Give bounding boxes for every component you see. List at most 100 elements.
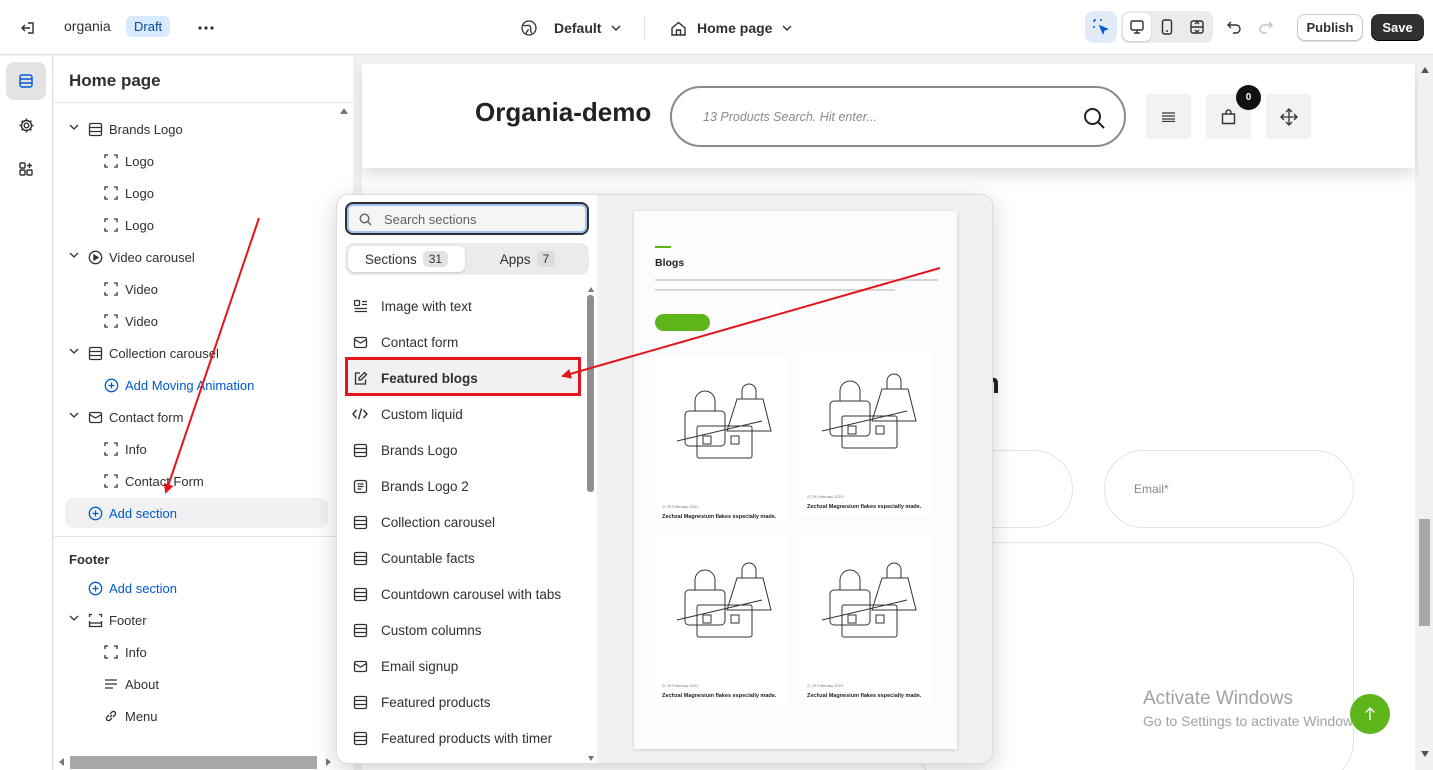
tab-apps[interactable]: Apps 7: [469, 246, 586, 272]
email-field[interactable]: Email*: [1104, 450, 1354, 528]
tab-sections[interactable]: Sections 31: [348, 246, 465, 272]
mail-icon: [353, 660, 367, 672]
preview-card-date: ◷ 29 February 2021: [807, 683, 844, 688]
add-section-label: Add section: [109, 580, 177, 596]
tree-block-info[interactable]: Info: [104, 433, 147, 465]
redo-icon[interactable]: [1252, 13, 1280, 41]
tree-block-logo[interactable]: Logo: [104, 145, 154, 177]
tree-block-menu[interactable]: Menu: [104, 700, 158, 732]
page-selector-label: Home page: [697, 20, 773, 36]
section-option-collection-carousel[interactable]: Collection carousel: [345, 504, 581, 540]
divider: [644, 16, 645, 40]
tree-label: Info: [125, 644, 147, 660]
tree-block-info[interactable]: Info: [104, 636, 147, 668]
tree-block-about[interactable]: About: [104, 668, 159, 700]
preview-view-all-button: [655, 314, 710, 331]
tree-block-video[interactable]: Video: [104, 305, 158, 337]
preview-card-title: Zechzal Magnesium flakes especially made…: [807, 693, 922, 699]
tree-block-contact-form[interactable]: Contact Form: [104, 465, 204, 497]
mobile-view-icon[interactable]: [1153, 13, 1181, 41]
save-button[interactable]: Save: [1371, 14, 1424, 41]
tree-label: About: [125, 676, 159, 692]
mail-icon: [353, 336, 367, 348]
section-option-countable-facts[interactable]: Countable facts: [345, 540, 581, 576]
tree-label: Video carousel: [109, 249, 195, 265]
tree-label: Menu: [125, 708, 158, 724]
store-search-input[interactable]: 13 Products Search. Hit enter...: [670, 86, 1126, 147]
chevron-down-icon[interactable]: [69, 252, 79, 258]
scroll-down-arrow-icon[interactable]: [1421, 751, 1429, 757]
section-option-custom-liquid[interactable]: Custom liquid: [345, 396, 581, 432]
section-option-featured-products[interactable]: Featured products: [345, 684, 581, 720]
desktop-view-icon[interactable]: [1123, 13, 1151, 41]
section-option-image-with-text[interactable]: Image with text: [345, 288, 581, 324]
theme-selector[interactable]: Default: [520, 14, 621, 42]
windows-watermark-subtitle: Go to Settings to activate Windows.: [1143, 713, 1364, 729]
scroll-up-arrow-icon[interactable]: [588, 287, 594, 292]
chevron-down-icon[interactable]: [69, 348, 79, 354]
preview-card-date: ◷ 29 February 2021: [662, 683, 699, 688]
theme-selector-label: Default: [554, 20, 602, 36]
store-logo[interactable]: Organia-demo: [475, 97, 651, 128]
publish-button[interactable]: Publish: [1297, 14, 1363, 41]
block-icon: [104, 474, 118, 488]
back-to-top-button[interactable]: [1350, 694, 1390, 734]
section-icon: [88, 122, 103, 136]
preview-blog-card: ◷ 29 February 2021 Zechzal Magnesium fla…: [655, 356, 788, 526]
footer-add-section-button[interactable]: Add section: [88, 572, 177, 604]
settings-gear-icon[interactable]: [6, 106, 46, 144]
section-icon: [353, 443, 367, 457]
chevron-down-icon[interactable]: [69, 412, 79, 418]
tree-section-contact-form[interactable]: Contact form: [69, 401, 183, 433]
section-icon: [353, 623, 367, 637]
horizontal-scrollbar-thumb[interactable]: [70, 756, 317, 769]
section-option-brands-logo-2[interactable]: Brands Logo 2: [345, 468, 581, 504]
section-preview-thumbnail: Blogs ◷ 29 February 2021 Zechzal Magnesi…: [634, 211, 957, 749]
section-option-contact-form[interactable]: Contact form: [345, 324, 581, 360]
page-selector[interactable]: Home page: [670, 14, 792, 42]
add-moving-animation-link[interactable]: Add Moving Animation: [104, 369, 254, 401]
menu-hamburger-icon[interactable]: [1146, 94, 1191, 139]
windows-watermark-title: Activate Windows: [1143, 688, 1293, 709]
section-option-label: Image with text: [381, 298, 472, 314]
section-option-countdown-carousel[interactable]: Countdown carousel with tabs: [345, 576, 581, 612]
tree-block-video[interactable]: Video: [104, 273, 158, 305]
inspector-toggle-icon[interactable]: [1085, 11, 1117, 43]
tree-section-video-carousel[interactable]: Video carousel: [69, 241, 195, 273]
divider: [54, 536, 353, 537]
tree-section-brands-logo[interactable]: Brands Logo: [69, 113, 183, 145]
scroll-up-arrow-icon[interactable]: [340, 108, 348, 114]
move-arrows-icon[interactable]: [1266, 94, 1311, 139]
section-option-custom-columns[interactable]: Custom columns: [345, 612, 581, 648]
section-search-input[interactable]: Search sections: [345, 202, 589, 235]
add-section-button[interactable]: Add section: [65, 498, 328, 528]
doc-icon: [353, 479, 367, 493]
exit-icon[interactable]: [14, 14, 42, 42]
section-option-email-signup[interactable]: Email signup: [345, 648, 581, 684]
list-scrollbar-thumb[interactable]: [587, 295, 594, 492]
section-option-brands-logo[interactable]: Brands Logo: [345, 432, 581, 468]
tree-block-logo[interactable]: Logo: [104, 209, 154, 241]
section-icon: [353, 515, 367, 529]
scroll-left-arrow-icon[interactable]: [59, 758, 64, 766]
tree-section-collection-carousel[interactable]: Collection carousel: [69, 337, 219, 369]
more-options-icon[interactable]: [192, 14, 220, 42]
chevron-down-icon[interactable]: [69, 615, 79, 621]
email-placeholder: Email*: [1134, 482, 1169, 496]
tree-section-footer[interactable]: Footer: [69, 604, 147, 636]
section-option-featured-products-timer[interactable]: Featured products with timer: [345, 720, 581, 756]
section-option-label: Brands Logo 2: [381, 478, 469, 494]
scroll-up-arrow-icon[interactable]: [1421, 67, 1429, 73]
scroll-down-arrow-icon[interactable]: [588, 756, 594, 761]
search-icon[interactable]: [1083, 107, 1106, 130]
scroll-right-arrow-icon[interactable]: [326, 758, 331, 766]
apps-icon[interactable]: [6, 150, 46, 188]
tree-block-logo[interactable]: Logo: [104, 177, 154, 209]
sidebar-title: Home page: [69, 71, 161, 90]
undo-icon[interactable]: [1220, 13, 1248, 41]
sections-nav-icon[interactable]: [6, 62, 46, 100]
tree-label: Logo: [125, 153, 154, 169]
preview-scrollbar-thumb[interactable]: [1419, 519, 1430, 626]
fullscreen-view-icon[interactable]: [1183, 13, 1211, 41]
chevron-down-icon[interactable]: [69, 124, 79, 130]
